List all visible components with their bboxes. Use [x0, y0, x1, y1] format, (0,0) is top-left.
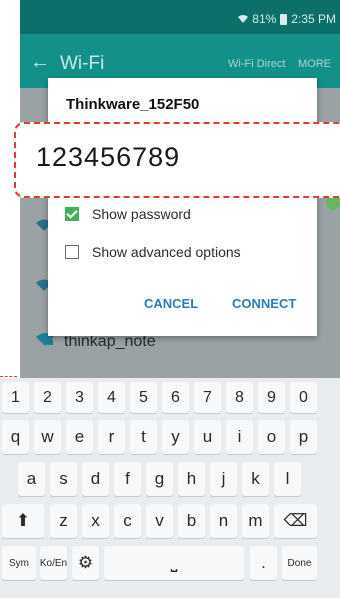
language-top: Ko [39, 557, 53, 569]
key-n[interactable]: n [210, 504, 237, 538]
key-1[interactable]: 1 [2, 382, 29, 413]
show-password-label: Show password [92, 206, 191, 222]
sym-key[interactable]: Sym [2, 546, 36, 580]
more-menu-button[interactable]: MORE [298, 58, 331, 70]
key-z[interactable]: z [50, 504, 77, 538]
shift-key[interactable]: ⬆ [2, 504, 44, 538]
show-password-checkbox[interactable] [65, 207, 79, 221]
password-input[interactable]: 123456789 [36, 142, 180, 173]
password-field-callout[interactable]: 123456789 [14, 122, 340, 198]
status-bar: 81% 2:35 PM [20, 0, 340, 34]
key-5[interactable]: 5 [130, 382, 157, 413]
advanced-options-row[interactable]: Show advanced options [65, 244, 241, 260]
key-e[interactable]: e [66, 420, 93, 454]
settings-gear-icon: ⚙ [77, 553, 94, 572]
key-h[interactable]: h [178, 462, 205, 496]
key-2[interactable]: 2 [34, 382, 61, 413]
page-title: Wi-Fi [60, 53, 105, 74]
key-d[interactable]: d [82, 462, 109, 496]
key-w[interactable]: w [34, 420, 61, 454]
key-m[interactable]: m [242, 504, 269, 538]
key-q[interactable]: q [2, 420, 29, 454]
backspace-key[interactable]: ⌫ [274, 504, 317, 538]
key-r[interactable]: r [98, 420, 125, 454]
key-l[interactable]: l [274, 462, 301, 496]
key-7[interactable]: 7 [194, 382, 221, 413]
key-i[interactable]: i [226, 420, 253, 454]
wifi-status-icon [238, 15, 249, 23]
key-c[interactable]: c [114, 504, 141, 538]
key-k[interactable]: k [242, 462, 269, 496]
soft-keyboard: 1 2 3 4 5 6 7 8 9 0 q w e r t y u i o p … [0, 378, 340, 598]
key-f[interactable]: f [114, 462, 141, 496]
key-9[interactable]: 9 [258, 382, 285, 413]
shift-icon: ⬆ [15, 511, 31, 530]
wifi-direct-button[interactable]: Wi-Fi Direct [228, 58, 285, 70]
key-p[interactable]: p [290, 420, 317, 454]
space-key[interactable]: ⎵ [104, 546, 244, 580]
language-key[interactable]: Ko / En [40, 546, 67, 580]
clock: 2:35 PM [291, 12, 336, 26]
key-y[interactable]: y [162, 420, 189, 454]
period-key[interactable]: . [250, 546, 277, 580]
space-icon: ⎵ [170, 553, 178, 572]
backspace-icon: ⌫ [283, 511, 308, 530]
show-password-row[interactable]: Show password [65, 206, 191, 222]
dialog-title: Thinkware_152F50 [66, 96, 200, 113]
status-indicators: 81% 2:35 PM [238, 12, 336, 26]
advanced-options-label: Show advanced options [92, 244, 241, 260]
key-s[interactable]: s [50, 462, 77, 496]
key-8[interactable]: 8 [226, 382, 253, 413]
callout-leader-line [0, 376, 17, 377]
key-4[interactable]: 4 [98, 382, 125, 413]
wifi-toggle-knob [326, 196, 340, 210]
key-6[interactable]: 6 [162, 382, 189, 413]
key-b[interactable]: b [178, 504, 205, 538]
settings-key[interactable]: ⚙ [72, 546, 99, 580]
advanced-options-checkbox[interactable] [65, 245, 79, 259]
language-bottom: En [54, 557, 68, 569]
wifi-password-dialog: Thinkware_152F50 Show password Show adva… [48, 78, 317, 336]
battery-icon [280, 13, 288, 25]
key-t[interactable]: t [130, 420, 157, 454]
done-key[interactable]: Done [282, 546, 317, 580]
key-g[interactable]: g [146, 462, 173, 496]
key-o[interactable]: o [258, 420, 285, 454]
key-j[interactable]: j [210, 462, 237, 496]
cancel-button[interactable]: CANCEL [144, 296, 198, 311]
battery-percent: 81% [252, 12, 277, 26]
key-x[interactable]: x [82, 504, 109, 538]
phone-screen: 81% 2:35 PM ← Wi-Fi Wi-Fi Direct MORE th… [0, 0, 340, 598]
key-0[interactable]: 0 [290, 382, 317, 413]
key-a[interactable]: a [18, 462, 45, 496]
key-3[interactable]: 3 [66, 382, 93, 413]
key-u[interactable]: u [194, 420, 221, 454]
back-arrow-icon[interactable]: ← [30, 52, 50, 72]
key-v[interactable]: v [146, 504, 173, 538]
connect-button[interactable]: CONNECT [232, 296, 296, 311]
